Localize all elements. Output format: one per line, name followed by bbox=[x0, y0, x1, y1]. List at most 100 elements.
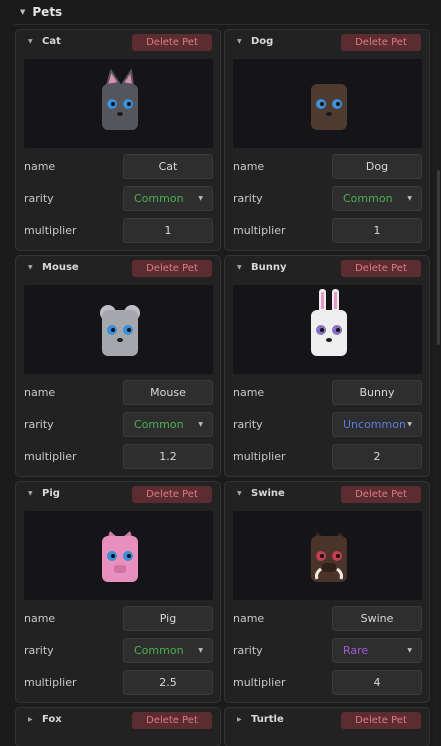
rarity-select[interactable]: Uncommon ▼ bbox=[332, 412, 422, 437]
pet-preview bbox=[24, 59, 213, 148]
rarity-label: rarity bbox=[233, 192, 263, 205]
rarity-select[interactable]: Common ▼ bbox=[332, 186, 422, 211]
name-row: name Pig bbox=[16, 606, 220, 632]
section-title: Pets bbox=[32, 5, 63, 19]
collapse-caret-icon[interactable]: ▼ bbox=[28, 264, 33, 271]
dropdown-arrow-icon: ▼ bbox=[407, 647, 412, 654]
delete-pet-button[interactable]: Delete Pet bbox=[132, 260, 212, 277]
name-label: name bbox=[24, 386, 56, 399]
rarity-value: Common bbox=[343, 192, 393, 205]
multiplier-label: multiplier bbox=[24, 450, 77, 463]
delete-pet-button[interactable]: Delete Pet bbox=[132, 486, 212, 503]
multiplier-label: multiplier bbox=[233, 676, 286, 689]
name-row: name Mouse bbox=[16, 380, 220, 406]
pet-preview bbox=[233, 511, 422, 600]
rarity-value: Uncommon bbox=[343, 418, 406, 431]
name-label: name bbox=[24, 160, 56, 173]
rarity-row: rarity Rare ▼ bbox=[225, 638, 429, 664]
pet-card-header[interactable]: ▼ Cat Delete Pet bbox=[16, 30, 220, 56]
multiplier-input[interactable]: 2 bbox=[332, 444, 422, 469]
pets-section-header[interactable]: ▼ Pets bbox=[0, 0, 441, 24]
collapse-caret-icon[interactable]: ▼ bbox=[237, 490, 242, 497]
rarity-select[interactable]: Common ▼ bbox=[123, 638, 213, 663]
name-input[interactable]: Swine bbox=[332, 606, 422, 631]
name-input[interactable]: Bunny bbox=[332, 380, 422, 405]
pet-card: ▶ Fox Delete Pet bbox=[15, 707, 221, 746]
pet-card-header[interactable]: ▶ Fox Delete Pet bbox=[16, 708, 220, 734]
rarity-label: rarity bbox=[24, 644, 54, 657]
divider bbox=[14, 24, 429, 25]
multiplier-label: multiplier bbox=[233, 450, 286, 463]
multiplier-input[interactable]: 1 bbox=[123, 218, 213, 243]
name-input[interactable]: Dog bbox=[332, 154, 422, 179]
collapse-caret-icon[interactable]: ▼ bbox=[28, 38, 33, 45]
expand-caret-icon[interactable]: ▶ bbox=[237, 716, 242, 723]
dropdown-arrow-icon: ▼ bbox=[407, 421, 412, 428]
dropdown-arrow-icon: ▼ bbox=[198, 195, 203, 202]
pet-card: ▼ Cat Delete Pet name Cat rarity Common … bbox=[15, 29, 221, 251]
multiplier-row: multiplier 1 bbox=[16, 218, 220, 244]
multiplier-row: multiplier 4 bbox=[225, 670, 429, 696]
name-input[interactable]: Cat bbox=[123, 154, 213, 179]
scrollbar[interactable] bbox=[433, 30, 439, 746]
delete-pet-button[interactable]: Delete Pet bbox=[132, 34, 212, 51]
dropdown-arrow-icon: ▼ bbox=[407, 195, 412, 202]
collapse-caret-icon[interactable]: ▼ bbox=[237, 38, 242, 45]
pet-card-header[interactable]: ▶ Turtle Delete Pet bbox=[225, 708, 429, 734]
pet-card-title: Pig bbox=[42, 488, 60, 499]
multiplier-row: multiplier 1 bbox=[225, 218, 429, 244]
collapse-caret-icon[interactable]: ▼ bbox=[28, 490, 33, 497]
pet-card-header[interactable]: ▼ Mouse Delete Pet bbox=[16, 256, 220, 282]
pet-preview bbox=[233, 59, 422, 148]
pet-card: ▼ Pig Delete Pet name Pig rarity Common … bbox=[15, 481, 221, 703]
multiplier-input[interactable]: 1.2 bbox=[123, 444, 213, 469]
dropdown-arrow-icon: ▼ bbox=[198, 647, 203, 654]
dropdown-arrow-icon: ▼ bbox=[198, 421, 203, 428]
pet-card-header[interactable]: ▼ Swine Delete Pet bbox=[225, 482, 429, 508]
rarity-row: rarity Common ▼ bbox=[16, 638, 220, 664]
pet-card-header[interactable]: ▼ Pig Delete Pet bbox=[16, 482, 220, 508]
delete-pet-button[interactable]: Delete Pet bbox=[341, 486, 421, 503]
rarity-label: rarity bbox=[24, 418, 54, 431]
pet-card-title: Dog bbox=[251, 36, 274, 47]
name-row: name Dog bbox=[225, 154, 429, 180]
pet-preview bbox=[233, 285, 422, 374]
name-label: name bbox=[233, 612, 265, 625]
pet-card: ▼ Swine Delete Pet name Swine rarity Rar… bbox=[224, 481, 430, 703]
delete-pet-button[interactable]: Delete Pet bbox=[341, 712, 421, 729]
delete-pet-button[interactable]: Delete Pet bbox=[341, 34, 421, 51]
pet-card: ▼ Dog Delete Pet name Dog rarity Common … bbox=[224, 29, 430, 251]
pet-card-title: Bunny bbox=[251, 262, 287, 273]
bunny-pet-image bbox=[311, 289, 347, 356]
name-input[interactable]: Mouse bbox=[123, 380, 213, 405]
pet-card-header[interactable]: ▼ Dog Delete Pet bbox=[225, 30, 429, 56]
multiplier-label: multiplier bbox=[233, 224, 286, 237]
expand-caret-icon[interactable]: ▶ bbox=[28, 716, 33, 723]
name-row: name Swine bbox=[225, 606, 429, 632]
rarity-row: rarity Uncommon ▼ bbox=[225, 412, 429, 438]
rarity-select[interactable]: Rare ▼ bbox=[332, 638, 422, 663]
multiplier-row: multiplier 1.2 bbox=[16, 444, 220, 470]
rarity-value: Common bbox=[134, 418, 184, 431]
delete-pet-button[interactable]: Delete Pet bbox=[341, 260, 421, 277]
pig-pet-image bbox=[102, 531, 138, 582]
rarity-row: rarity Common ▼ bbox=[225, 186, 429, 212]
multiplier-input[interactable]: 4 bbox=[332, 670, 422, 695]
scrollbar-thumb[interactable] bbox=[437, 170, 440, 345]
name-label: name bbox=[233, 160, 265, 173]
multiplier-input[interactable]: 1 bbox=[332, 218, 422, 243]
collapse-caret-icon[interactable]: ▼ bbox=[20, 8, 25, 16]
pet-card-title: Fox bbox=[42, 714, 62, 725]
name-input[interactable]: Pig bbox=[123, 606, 213, 631]
collapse-caret-icon[interactable]: ▼ bbox=[237, 264, 242, 271]
name-row: name Bunny bbox=[225, 380, 429, 406]
pet-card-title: Cat bbox=[42, 36, 61, 47]
rarity-select[interactable]: Common ▼ bbox=[123, 186, 213, 211]
pet-preview bbox=[24, 285, 213, 374]
rarity-select[interactable]: Common ▼ bbox=[123, 412, 213, 437]
multiplier-row: multiplier 2.5 bbox=[16, 670, 220, 696]
rarity-value: Common bbox=[134, 644, 184, 657]
pet-card-header[interactable]: ▼ Bunny Delete Pet bbox=[225, 256, 429, 282]
multiplier-input[interactable]: 2.5 bbox=[123, 670, 213, 695]
delete-pet-button[interactable]: Delete Pet bbox=[132, 712, 212, 729]
